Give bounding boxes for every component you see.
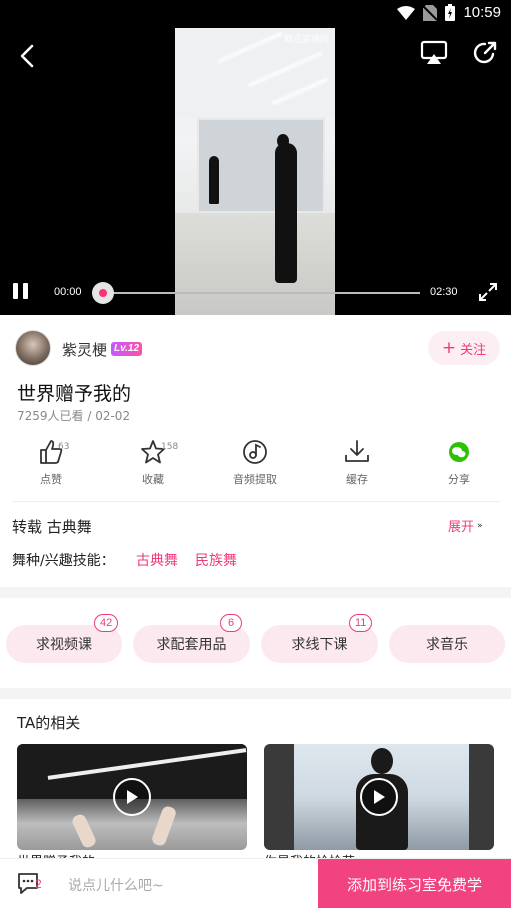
bottom-bar: 2 说点儿什么吧~ 添加到练习室免费学 xyxy=(0,858,511,908)
video-title: 世界赠予我的 xyxy=(17,383,132,405)
share-icon[interactable] xyxy=(472,40,498,66)
cache-label: 缓存 xyxy=(346,473,368,486)
related-section-title: TA的相关 xyxy=(17,714,81,732)
no-sim-icon xyxy=(423,4,438,21)
like-count: 63 xyxy=(58,442,70,452)
comment-input[interactable]: 说点儿什么吧~ xyxy=(68,875,164,895)
status-bar: 10:59 xyxy=(0,0,511,28)
section-separator xyxy=(0,587,511,598)
progress-thumb[interactable] xyxy=(92,282,114,304)
skill-tag[interactable]: 古典舞 xyxy=(136,550,178,570)
thumb-dancer xyxy=(70,812,98,850)
thumb-window-frame xyxy=(469,744,494,850)
play-icon[interactable] xyxy=(360,778,398,816)
skill-tag[interactable]: 民族舞 xyxy=(195,550,237,570)
fullscreen-icon[interactable] xyxy=(478,282,498,302)
add-to-practice-button[interactable]: 添加到练习室免费学 xyxy=(318,859,511,908)
request-music-button[interactable]: 求音乐 xyxy=(389,625,505,663)
video-meta: 7259人已看 / 02-02 xyxy=(17,409,131,423)
thumb-dancer-head xyxy=(371,748,393,774)
divider xyxy=(12,501,501,502)
dancer-reflection xyxy=(209,156,219,204)
comment-count: 2 xyxy=(35,877,42,891)
current-time: 00:00 xyxy=(54,286,82,298)
request-count-badge: 42 xyxy=(94,614,119,632)
audio-extract-label: 音频提取 xyxy=(233,473,277,486)
request-count-badge: 11 xyxy=(349,614,373,632)
video-watermark: 糖豆直播网 xyxy=(283,35,329,45)
progress-track[interactable] xyxy=(96,292,420,294)
studio-floor xyxy=(175,213,335,315)
cache-button[interactable]: 缓存 xyxy=(322,438,392,490)
thumb-window-frame xyxy=(264,744,294,850)
like-label: 点赞 xyxy=(40,473,62,486)
status-time: 10:59 xyxy=(463,4,501,21)
level-badge: Lv.12 xyxy=(111,342,143,356)
play-icon[interactable] xyxy=(113,778,151,816)
chevron-down-icon: » xyxy=(477,520,483,531)
audio-extract-button[interactable]: 音频提取 xyxy=(220,438,290,490)
author-name[interactable]: 紫灵梗 xyxy=(62,339,107,360)
wechat-icon xyxy=(449,442,469,462)
share-button[interactable]: 分享 xyxy=(424,438,494,490)
download-icon xyxy=(345,440,369,462)
section-separator xyxy=(0,688,511,699)
battery-icon xyxy=(445,4,456,21)
request-count-badge: 6 xyxy=(220,614,242,632)
follow-label: 关注 xyxy=(460,342,487,358)
author-avatar[interactable] xyxy=(15,330,51,366)
expand-label: 展开 xyxy=(448,520,475,535)
favorite-button[interactable]: 158 收藏 xyxy=(118,438,188,490)
dancer-head xyxy=(277,134,289,148)
expand-button[interactable]: 展开 » xyxy=(448,516,483,535)
dancer xyxy=(275,143,297,283)
wifi-icon xyxy=(397,5,416,20)
thumb-dancer xyxy=(150,804,178,848)
skills-label: 舞种/兴趣技能： xyxy=(12,553,115,569)
like-button[interactable]: 63 点赞 xyxy=(16,438,86,490)
favorite-count: 158 xyxy=(161,442,179,452)
related-video-thumbnail[interactable] xyxy=(264,744,494,850)
share-label: 分享 xyxy=(448,473,470,486)
pause-button[interactable] xyxy=(13,283,31,303)
cast-icon[interactable] xyxy=(420,40,448,66)
repost-info: 转载 古典舞 xyxy=(12,518,92,536)
video-player[interactable]: 糖豆直播网 00:00 02:30 xyxy=(0,28,511,315)
related-video-thumbnail[interactable] xyxy=(17,744,247,850)
video-frame[interactable]: 糖豆直播网 xyxy=(175,28,335,315)
favorite-label: 收藏 xyxy=(142,473,164,486)
back-icon[interactable] xyxy=(14,42,42,70)
action-bar: 63 点赞 158 收藏 音频提取 缓存 分享 xyxy=(0,438,511,490)
follow-button[interactable]: + 关注 xyxy=(428,331,500,365)
plus-icon: + xyxy=(441,337,457,358)
total-time: 02:30 xyxy=(430,286,458,298)
audio-extract-icon xyxy=(243,440,267,464)
